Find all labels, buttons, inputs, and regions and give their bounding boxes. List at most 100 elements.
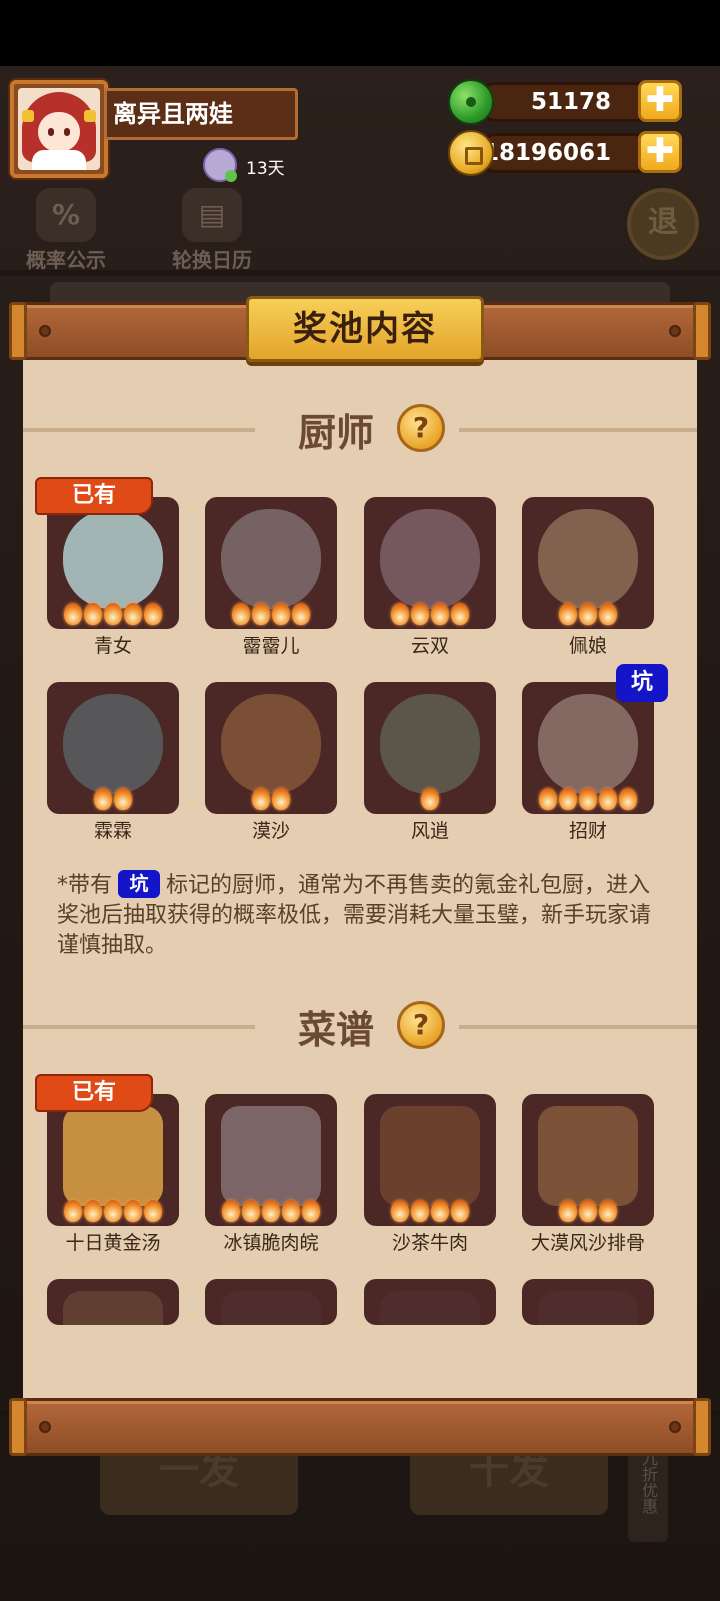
flame-icon bbox=[94, 788, 112, 810]
recipe-portrait bbox=[205, 1279, 337, 1325]
recipe-name: 大漠风沙排骨 bbox=[530, 1232, 645, 1254]
flame-icon bbox=[579, 603, 597, 625]
flame-icon bbox=[262, 1200, 280, 1222]
rarity-flames bbox=[364, 603, 496, 625]
rarity-flames bbox=[205, 788, 337, 810]
chef-card[interactable]: 坑招财 bbox=[522, 664, 668, 843]
flame-icon bbox=[451, 603, 469, 625]
flame-icon bbox=[619, 788, 637, 810]
divider bbox=[459, 428, 697, 432]
chef-card[interactable]: 霖霖 bbox=[47, 682, 179, 843]
flame-icon bbox=[104, 603, 122, 625]
flame-icon bbox=[272, 603, 290, 625]
dish-image bbox=[63, 1291, 163, 1325]
rarity-flames bbox=[47, 603, 179, 625]
probability-button[interactable]: % 概率公示 bbox=[18, 188, 114, 273]
add-jade-button[interactable]: ✚ bbox=[638, 80, 682, 122]
chef-card[interactable]: 佩娘 bbox=[522, 497, 654, 658]
chef-card[interactable]: 风逍 bbox=[364, 682, 496, 843]
chef-name: 云双 bbox=[410, 635, 449, 657]
divider bbox=[23, 428, 255, 432]
flame-icon bbox=[242, 1200, 260, 1222]
recipe-card[interactable] bbox=[364, 1279, 496, 1325]
chef-card[interactable]: 霤霤儿 bbox=[205, 497, 337, 658]
chef-image bbox=[538, 509, 638, 609]
chef-image bbox=[221, 694, 321, 794]
flame-icon bbox=[411, 603, 429, 625]
chef-portrait bbox=[47, 497, 179, 629]
chef-image bbox=[538, 694, 638, 794]
chef-name: 漠沙 bbox=[251, 820, 290, 842]
rarity-flames bbox=[205, 1200, 337, 1222]
flame-icon bbox=[292, 603, 310, 625]
chef-card[interactable]: 已有 青女 bbox=[35, 477, 179, 658]
recipe-name: 十日黄金汤 bbox=[65, 1232, 161, 1254]
flame-icon bbox=[84, 1200, 102, 1222]
pit-badge: 坑 bbox=[616, 664, 668, 702]
flame-icon bbox=[124, 603, 142, 625]
coin-icon bbox=[448, 130, 494, 176]
recipe-card[interactable] bbox=[47, 1279, 179, 1325]
calendar-icon: ▤ bbox=[182, 188, 242, 242]
flame-icon bbox=[391, 603, 409, 625]
recipe-portrait bbox=[364, 1279, 496, 1325]
calendar-label: 轮换日历 bbox=[172, 248, 252, 272]
chef-portrait bbox=[205, 682, 337, 814]
chef-name: 风逍 bbox=[410, 820, 449, 842]
flame-icon bbox=[391, 1200, 409, 1222]
calendar-button[interactable]: ▤ 轮换日历 bbox=[162, 188, 262, 273]
chef-card[interactable]: 漠沙 bbox=[205, 682, 337, 843]
jade-amount: 51178 bbox=[476, 82, 656, 122]
recipe-help-icon[interactable]: ? bbox=[397, 1001, 445, 1049]
add-coin-button[interactable]: ✚ bbox=[638, 131, 682, 173]
rarity-flames bbox=[522, 788, 654, 810]
recipe-card[interactable] bbox=[522, 1279, 654, 1325]
recipe-card[interactable]: 已有 十日黄金汤 bbox=[35, 1074, 179, 1255]
chef-card[interactable]: 云双 bbox=[364, 497, 496, 658]
chef-portrait bbox=[47, 682, 179, 814]
chef-image bbox=[63, 694, 163, 794]
divider bbox=[459, 1025, 697, 1029]
chef-help-icon[interactable]: ? bbox=[397, 404, 445, 452]
flame-icon bbox=[114, 788, 132, 810]
flame-icon bbox=[411, 1200, 429, 1222]
divider bbox=[23, 1025, 255, 1029]
flame-icon bbox=[421, 788, 439, 810]
player-avatar[interactable] bbox=[10, 80, 108, 178]
flame-icon bbox=[282, 1200, 300, 1222]
flame-icon bbox=[104, 1200, 122, 1222]
recipe-portrait bbox=[522, 1279, 654, 1325]
jade-icon bbox=[448, 79, 494, 125]
recipe-portrait bbox=[364, 1094, 496, 1226]
flame-icon bbox=[599, 788, 617, 810]
flame-icon bbox=[431, 1200, 449, 1222]
flame-icon bbox=[302, 1200, 320, 1222]
recipe-card[interactable]: 沙茶牛肉 bbox=[364, 1094, 496, 1255]
dish-image bbox=[63, 1106, 163, 1206]
login-days: 13天 bbox=[246, 159, 285, 179]
pit-note: *带有坑标记的厨师，通常为不再售卖的氪金礼包厨，进入奖池后抽取获得的概率极低，需… bbox=[57, 870, 667, 961]
chef-image bbox=[380, 509, 480, 609]
recipe-name: 沙茶牛肉 bbox=[391, 1232, 468, 1254]
flame-icon bbox=[579, 1200, 597, 1222]
chef-portrait bbox=[522, 497, 654, 629]
flame-icon bbox=[272, 788, 290, 810]
flame-icon bbox=[124, 1200, 142, 1222]
recipe-portrait bbox=[47, 1094, 179, 1226]
flame-icon bbox=[559, 788, 577, 810]
login-days-icon bbox=[203, 148, 237, 182]
flame-icon bbox=[559, 603, 577, 625]
note-prefix: *带有 bbox=[57, 873, 113, 898]
chef-image bbox=[380, 694, 480, 794]
flame-icon bbox=[222, 1200, 240, 1222]
recipe-card[interactable] bbox=[205, 1279, 337, 1325]
avatar-portrait bbox=[18, 88, 100, 170]
flame-icon bbox=[559, 1200, 577, 1222]
recipe-card[interactable]: 大漠风沙排骨 bbox=[522, 1094, 654, 1255]
chef-name: 霤霤儿 bbox=[242, 635, 300, 657]
flame-icon bbox=[144, 603, 162, 625]
recipe-card[interactable]: 冰镇脆肉皖 bbox=[205, 1094, 337, 1255]
flame-icon bbox=[252, 788, 270, 810]
exit-button[interactable]: 退 bbox=[627, 188, 699, 260]
dish-image bbox=[538, 1291, 638, 1325]
